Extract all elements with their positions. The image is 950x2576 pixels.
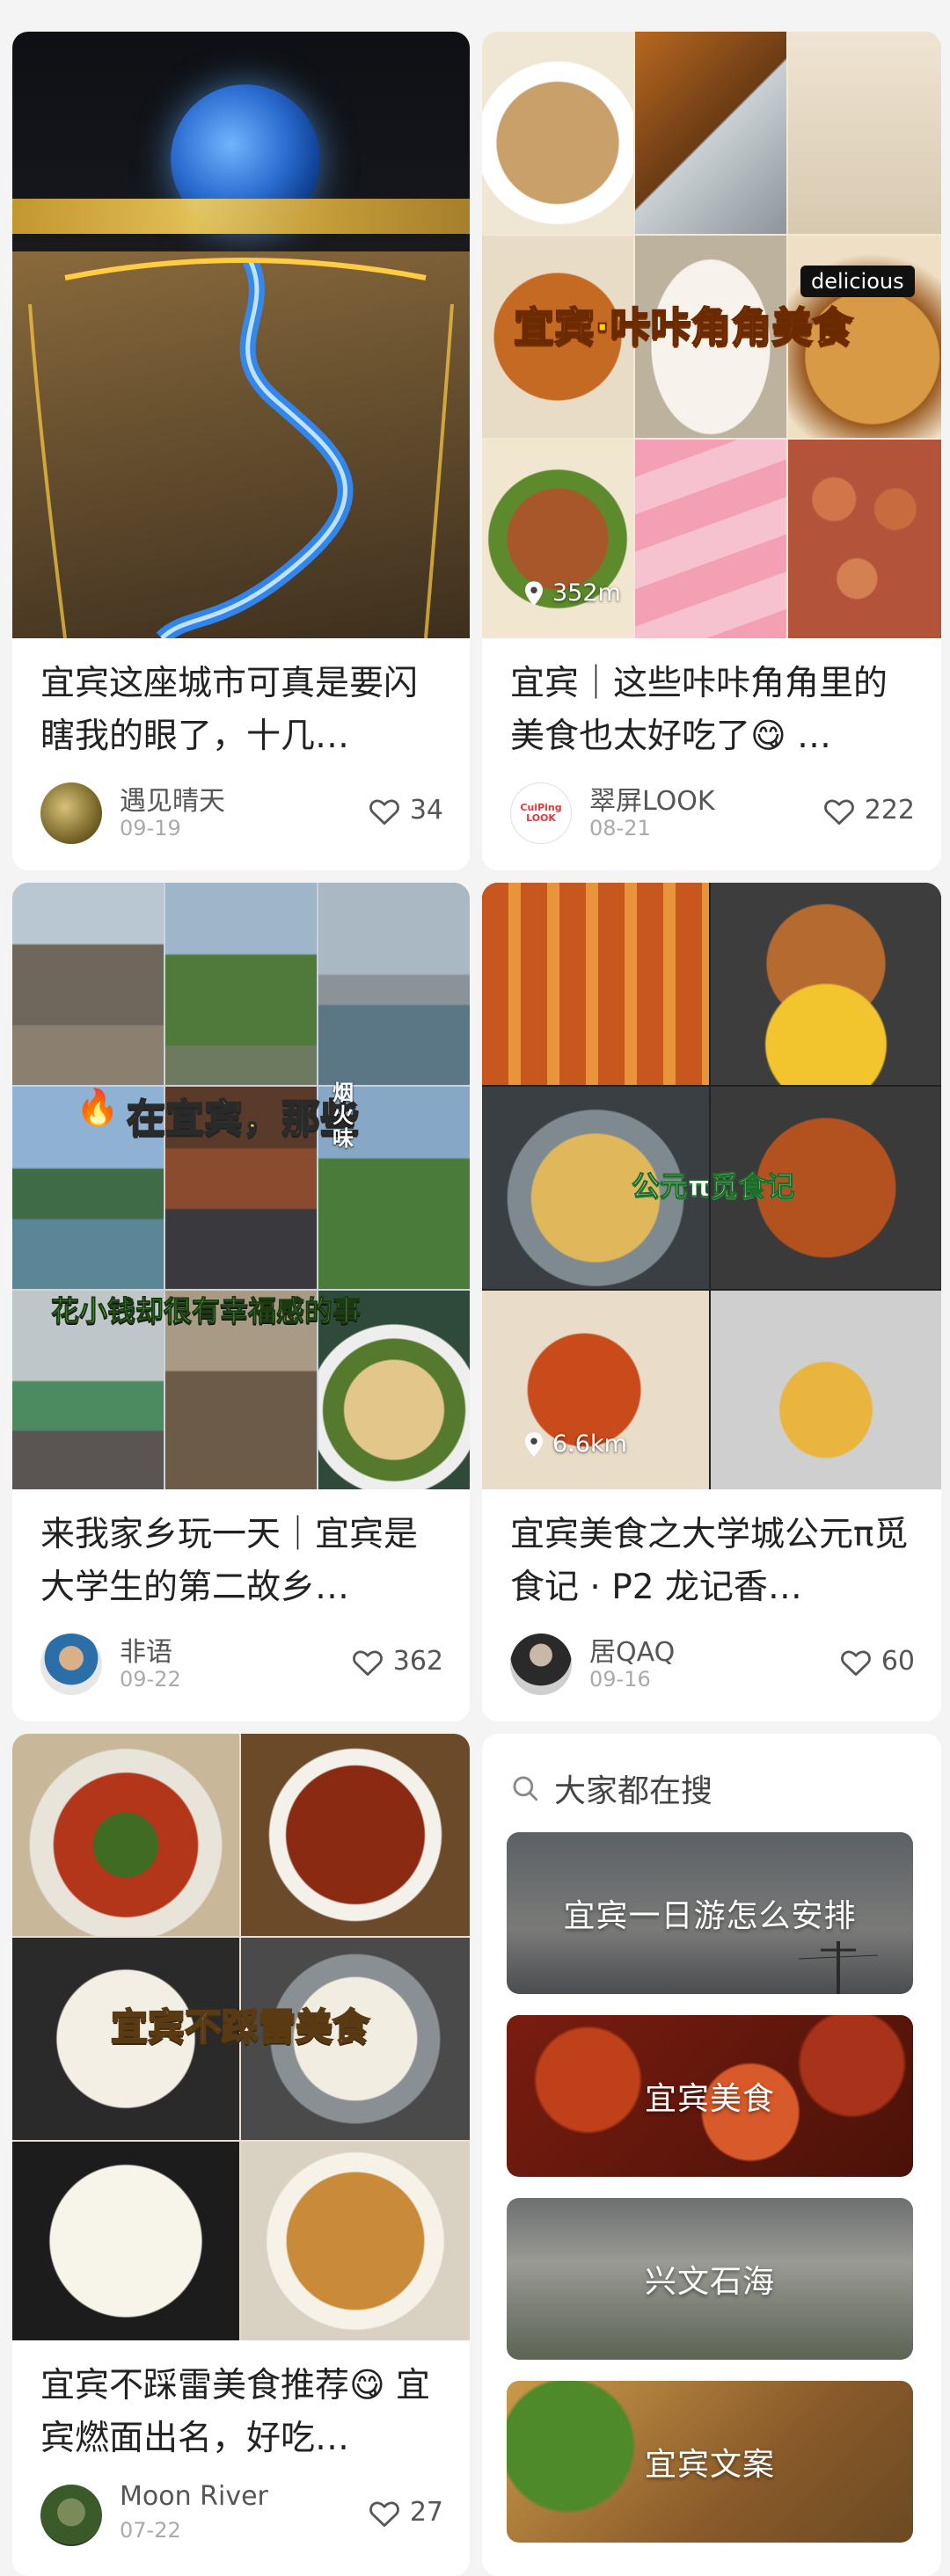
food-photo <box>635 440 786 638</box>
like-button[interactable]: 362 <box>351 1646 443 1677</box>
street-photo <box>165 883 317 1085</box>
food-photo <box>711 883 941 1085</box>
river-lights <box>28 256 454 638</box>
like-button[interactable]: 222 <box>822 795 915 826</box>
street-photo <box>318 883 470 1085</box>
location-badge: 352m <box>522 579 621 607</box>
author-name[interactable]: 翠屏LOOK <box>589 779 715 818</box>
card-cover-image[interactable]: 公元π觅食记 6.6km <box>482 883 941 1489</box>
avatar-logo-text: CuiPing LOOK <box>520 802 562 824</box>
food-photo <box>482 32 633 234</box>
heart-outline-icon <box>823 798 854 825</box>
card-cover-image[interactable]: 宜宾·咔咔角角美食 delicious 352m <box>482 32 941 638</box>
food-photo <box>241 2142 470 2340</box>
like-count: 60 <box>881 1646 915 1677</box>
like-button[interactable]: 60 <box>839 1646 915 1677</box>
cover-overlay-top: 在宜宾，那些 <box>126 1095 360 1142</box>
cover-overlay-side: 烟火味 <box>332 1081 354 1151</box>
location-badge: 6.6km <box>522 1430 627 1458</box>
location-distance: 352m <box>552 579 621 607</box>
search-icon <box>513 1776 538 1801</box>
search-suggestion-label: 宜宾美食 <box>644 2081 775 2117</box>
cover-overlay-bottom: 花小钱却很有幸福感的事 <box>50 1294 362 1328</box>
heart-outline-icon <box>369 798 399 825</box>
author-name[interactable]: Moon River <box>120 2481 268 2512</box>
heart-outline-icon <box>840 1649 871 1676</box>
author-name[interactable]: 遇见晴天 <box>120 779 225 818</box>
search-suggestions-card: 大家都在搜 宜宾一日游怎么安排 宜宾美食 兴文石海 宜宾文案 <box>482 1734 941 2576</box>
avatar[interactable] <box>40 782 102 844</box>
fire-icon: 🔥 <box>76 1088 120 1128</box>
card-title[interactable]: 宜宾美食之大学城公元π觅食记 · P2 龙记香… <box>510 1509 913 1614</box>
avatar[interactable] <box>40 2485 102 2546</box>
search-suggestion-item[interactable]: 兴文石海 <box>507 2198 913 2360</box>
post-date: 09-16 <box>589 1667 651 1692</box>
search-suggestions-header: 大家都在搜 <box>510 1765 712 1811</box>
avatar[interactable]: CuiPing LOOK <box>510 782 572 844</box>
street-photo <box>12 883 164 1085</box>
food-photo <box>788 440 941 638</box>
card-cover-image[interactable] <box>12 32 470 638</box>
food-photo <box>711 1291 941 1489</box>
heart-outline-icon <box>352 1649 383 1676</box>
cover-tag: delicious <box>800 266 915 297</box>
feed-card[interactable]: 公元π觅食记 6.6km 宜宾美食之大学城公元π觅食记 · P2 龙记香… 居Q… <box>482 883 941 1721</box>
cover-overlay-title: 公元π觅食记 <box>631 1169 795 1204</box>
cover-overlay-title: 宜宾不踩雷美食 <box>110 2005 370 2049</box>
feed-card[interactable]: 在宜宾，那些 🔥 烟火味 花小钱却很有幸福感的事 来我家乡玩一天｜宜宾是大学生的… <box>12 883 470 1721</box>
food-photo <box>482 883 709 1085</box>
like-count: 222 <box>864 795 915 826</box>
post-date: 09-22 <box>120 1667 181 1692</box>
feed-card[interactable]: 宜宾这座城市可真是要闪瞎我的眼了，十几… 遇见晴天 09-19 34 <box>12 32 470 870</box>
card-cover-image[interactable]: 在宜宾，那些 🔥 烟火味 花小钱却很有幸福感的事 <box>12 883 470 1489</box>
author-name[interactable]: 非语 <box>120 1630 172 1669</box>
feed-card[interactable]: 宜宾·咔咔角角美食 delicious 352m 宜宾｜这些咔咔角角里的美食也太… <box>482 32 941 870</box>
location-pin-icon <box>525 580 543 606</box>
food-photo <box>241 1734 470 1936</box>
food-photo <box>788 32 941 234</box>
like-count: 27 <box>409 2497 443 2528</box>
post-date: 09-19 <box>120 816 181 840</box>
feed-card[interactable]: 宜宾不踩雷美食 宜宾不踩雷美食推荐😋 宜宾燃面出名，好吃… Moon River… <box>12 1734 470 2576</box>
food-photo <box>635 32 786 234</box>
search-suggestion-label: 宜宾一日游怎么安排 <box>563 1898 857 1934</box>
location-distance: 6.6km <box>552 1430 627 1458</box>
power-pole-graphic <box>799 1941 878 1994</box>
card-cover-image[interactable]: 宜宾不踩雷美食 <box>12 1734 470 2340</box>
post-date: 08-21 <box>589 816 651 840</box>
like-button[interactable]: 27 <box>368 2497 443 2528</box>
search-suggestion-item[interactable]: 宜宾美食 <box>507 2015 913 2177</box>
search-suggestion-label: 宜宾文案 <box>644 2447 775 2483</box>
avatar[interactable] <box>510 1634 572 1695</box>
like-count: 362 <box>392 1646 443 1677</box>
card-title[interactable]: 宜宾｜这些咔咔角角里的美食也太好吃了😋 … <box>510 658 913 763</box>
location-pin-icon <box>525 1431 543 1457</box>
cover-overlay-title: 宜宾·咔咔角角美食 <box>513 302 853 352</box>
card-title[interactable]: 宜宾这座城市可真是要闪瞎我的眼了，十几… <box>40 658 442 763</box>
search-suggestion-label: 兴文石海 <box>644 2264 775 2300</box>
card-title[interactable]: 宜宾不踩雷美食推荐😋 宜宾燃面出名，好吃… <box>40 2360 442 2465</box>
like-button[interactable]: 34 <box>368 795 443 826</box>
like-count: 34 <box>409 795 443 826</box>
food-photo <box>12 2142 239 2340</box>
search-suggestion-item[interactable]: 宜宾一日游怎么安排 <box>507 1832 913 1994</box>
food-photo <box>482 1291 709 1489</box>
food-photo <box>12 1734 239 1936</box>
search-suggestions-heading: 大家都在搜 <box>554 1773 713 1809</box>
heart-outline-icon <box>369 2500 399 2527</box>
food-photo <box>482 440 633 638</box>
avatar[interactable] <box>40 1634 102 1695</box>
author-name[interactable]: 居QAQ <box>589 1630 675 1669</box>
post-date: 07-22 <box>120 2518 181 2543</box>
search-suggestion-item[interactable]: 宜宾文案 <box>507 2381 913 2543</box>
card-title[interactable]: 来我家乡玩一天｜宜宾是大学生的第二故乡… <box>40 1509 442 1614</box>
